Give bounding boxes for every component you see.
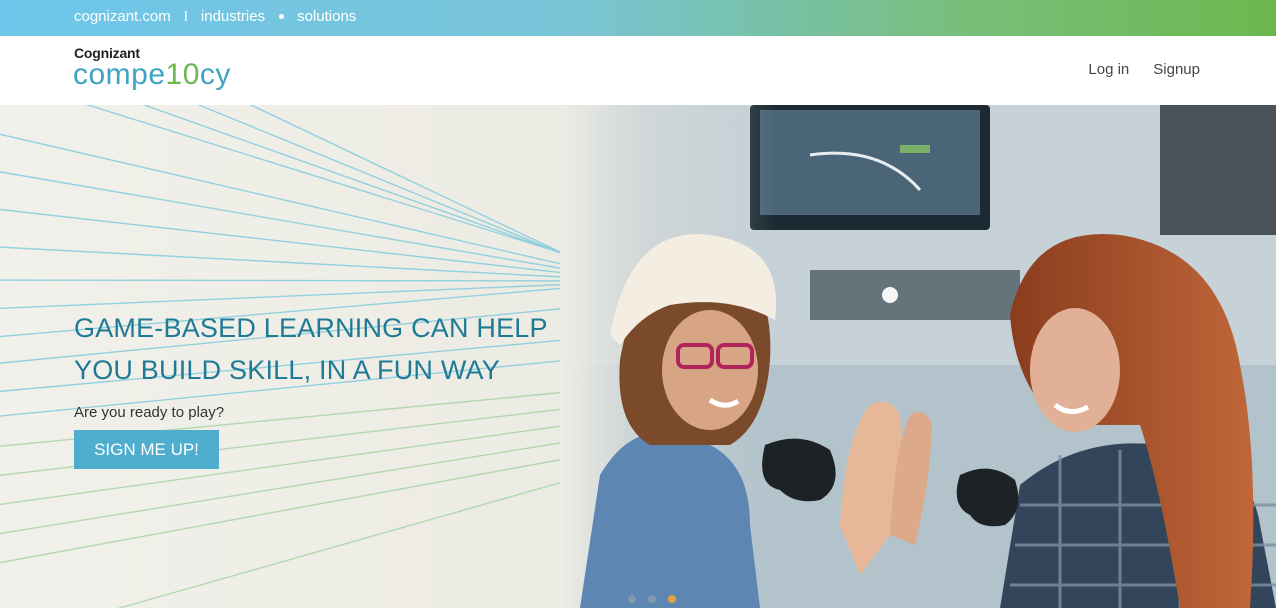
signup-link[interactable]: Signup [1153, 61, 1200, 78]
logo-accent: 10 [165, 58, 200, 91]
headline-line-2: YOU BUILD SKILL, IN A FUN WAY [74, 355, 500, 385]
link-separator: I [183, 8, 188, 25]
sign-me-up-button[interactable]: SIGN ME UP! [74, 430, 219, 469]
site-header: Cognizant compe10cy Log in Signup [0, 36, 1276, 105]
headline-line-1: GAME-BASED LEARNING CAN HELP [74, 313, 548, 343]
competency-logo[interactable]: compe10cy [73, 58, 231, 92]
logo-part-1: compe [73, 58, 166, 91]
top-utility-bar: cognizant.com I industries solutions [0, 0, 1276, 36]
carousel-dot-1[interactable] [628, 595, 636, 603]
hero-banner: GAME-BASED LEARNING CAN HELP YOU BUILD S… [0, 105, 1276, 608]
carousel-indicators [628, 595, 676, 603]
carousel-dot-3-active[interactable] [668, 595, 676, 603]
hero-headline: GAME-BASED LEARNING CAN HELP YOU BUILD S… [74, 307, 594, 391]
link-industries[interactable]: industries [201, 8, 265, 25]
hero-photo-gamers [560, 105, 1276, 608]
bullet-separator [279, 14, 285, 19]
hero-subtext: Are you ready to play? [74, 404, 225, 421]
logo-part-2: cy [199, 58, 231, 91]
link-cognizant-com[interactable]: cognizant.com [74, 8, 171, 25]
login-link[interactable]: Log in [1088, 61, 1129, 78]
header-nav: Log in Signup [1088, 61, 1200, 78]
carousel-dot-2[interactable] [648, 595, 656, 603]
link-solutions[interactable]: solutions [297, 8, 356, 25]
